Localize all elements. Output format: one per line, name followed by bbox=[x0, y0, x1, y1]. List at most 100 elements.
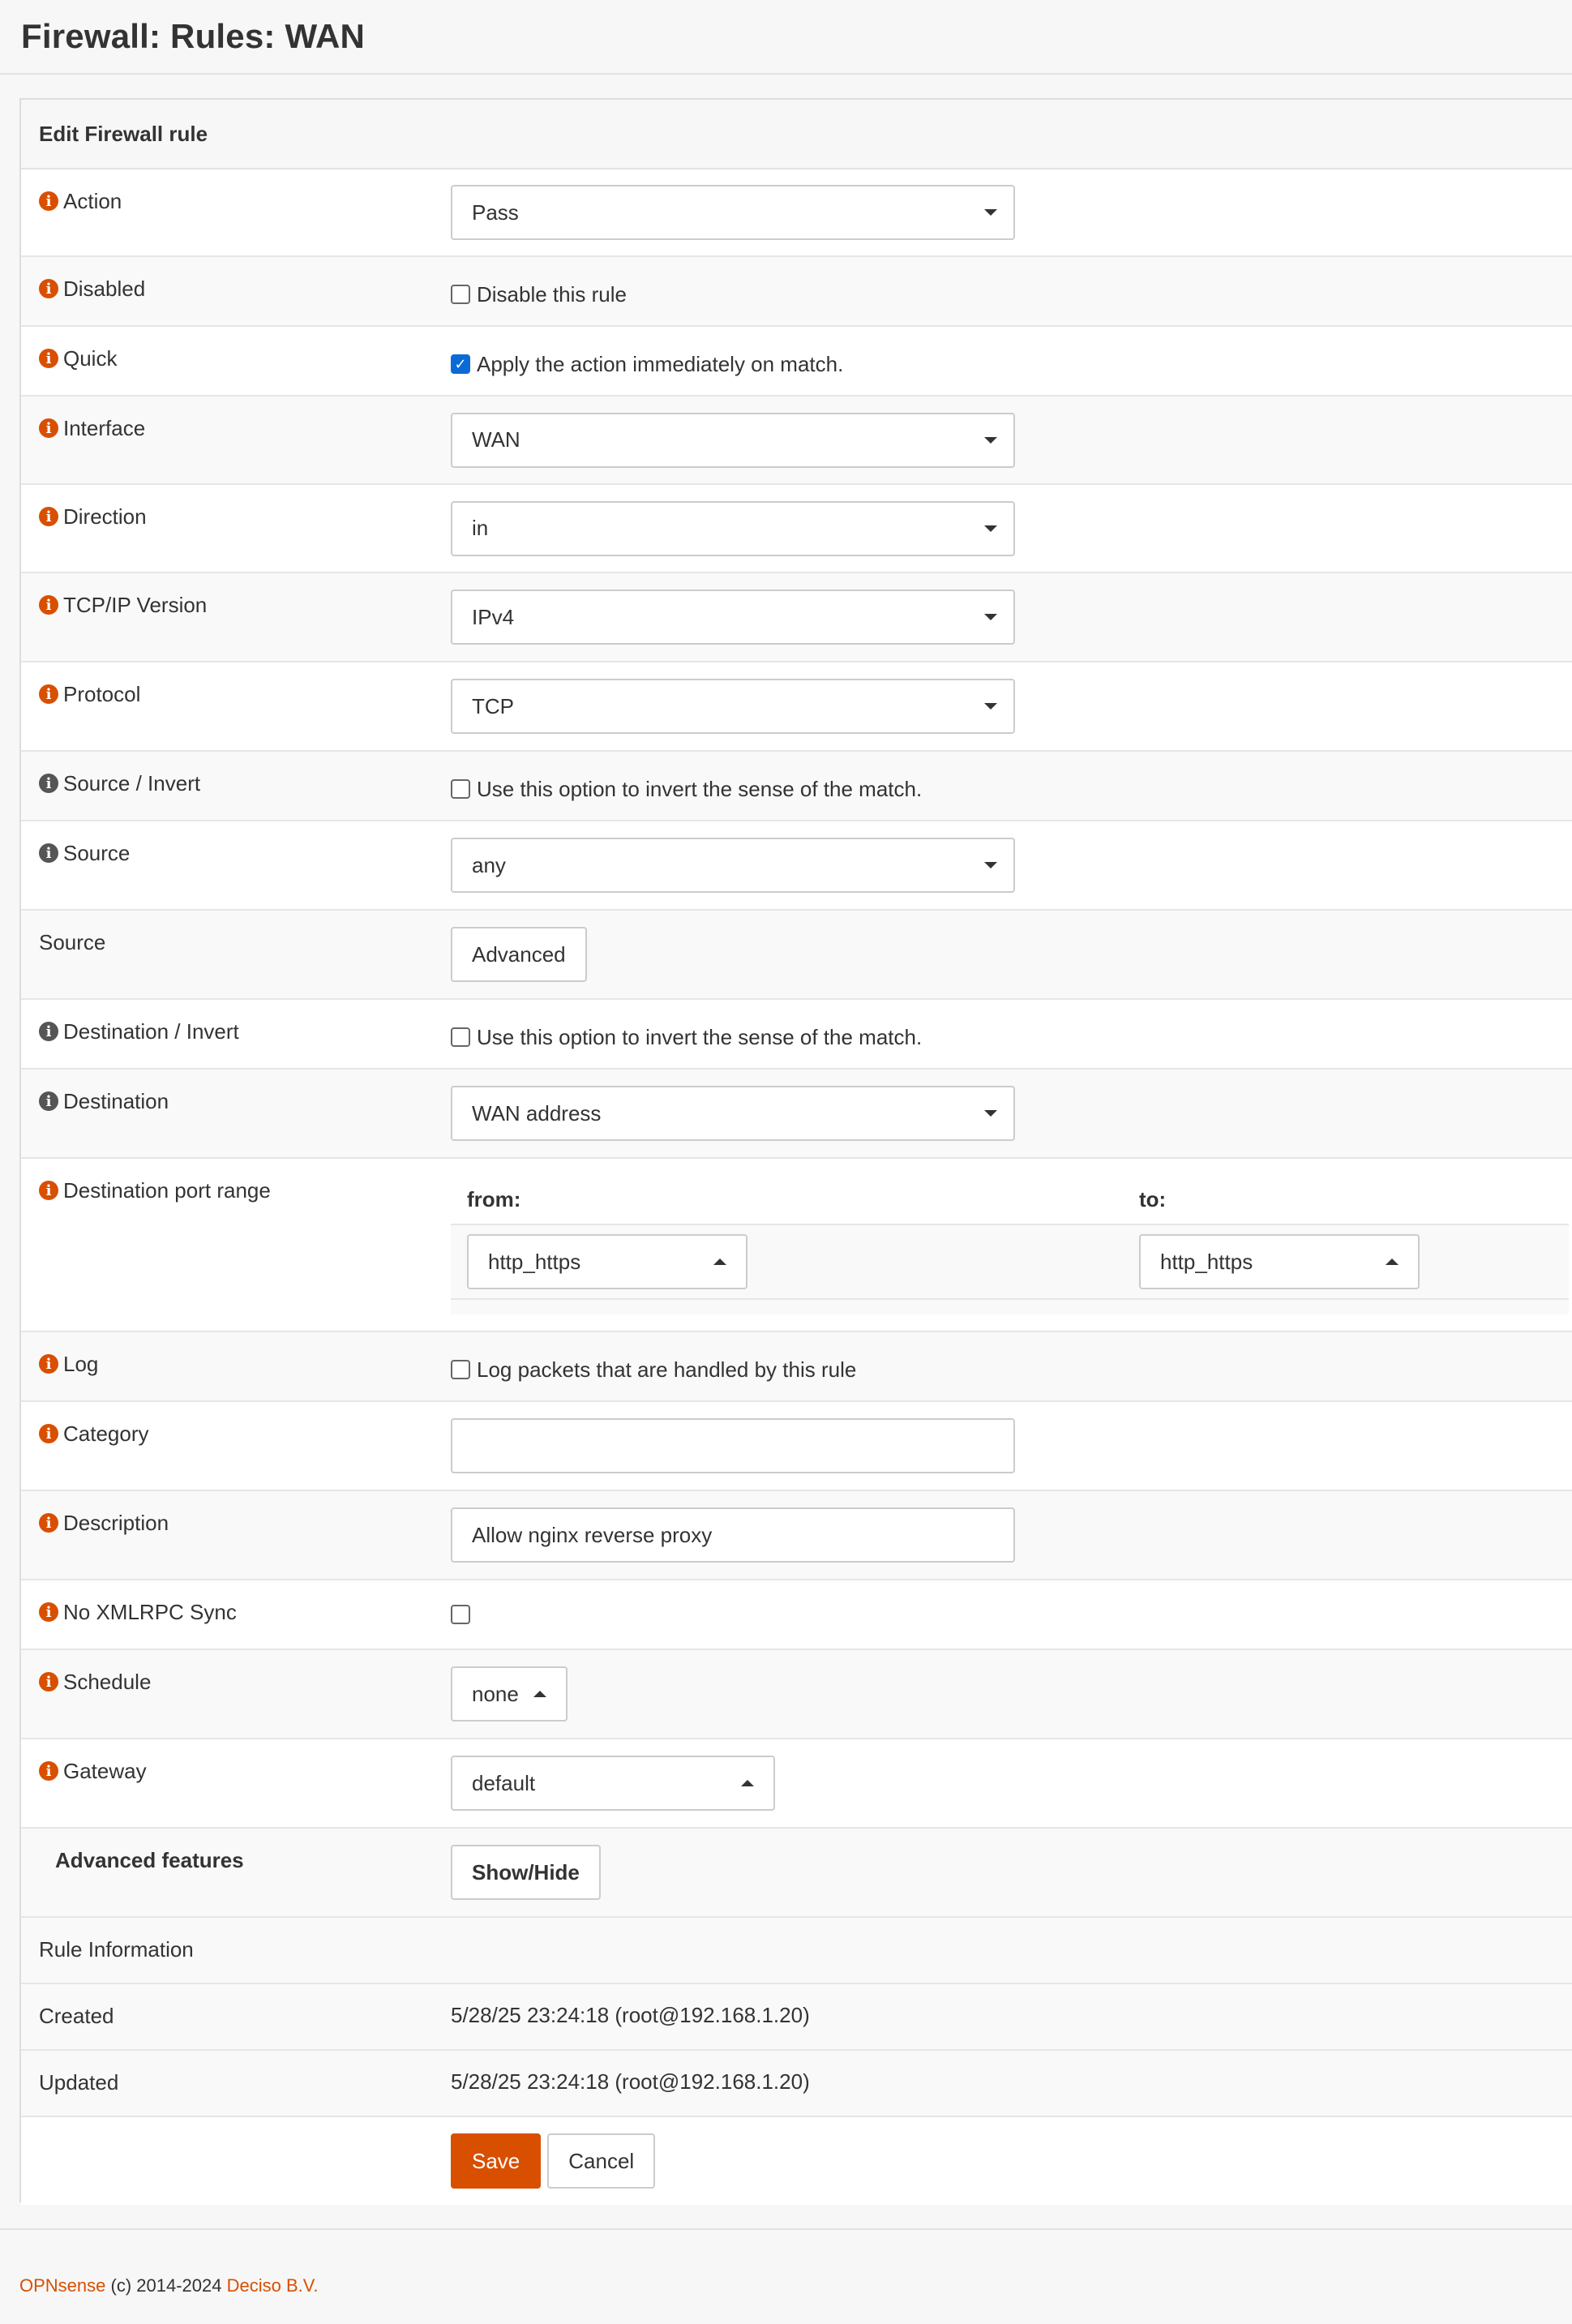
info-icon[interactable]: i bbox=[39, 507, 58, 526]
info-icon[interactable]: i bbox=[39, 1091, 58, 1111]
value-updated: 5/28/25 23:24:18 (root@192.168.1.20) bbox=[451, 2051, 1572, 2116]
action-select[interactable]: Pass bbox=[451, 185, 1015, 240]
select-value: Pass bbox=[472, 199, 519, 225]
info-icon[interactable]: i bbox=[39, 774, 58, 793]
label-dest-port-range: i Destination port range bbox=[21, 1159, 451, 1331]
destination-select[interactable]: WAN address bbox=[451, 1086, 1015, 1141]
checkbox-label: Apply the action immediately on match. bbox=[477, 351, 844, 376]
caret-down-icon bbox=[984, 703, 997, 710]
port-range-footer bbox=[451, 1300, 1569, 1314]
label-text: Action bbox=[63, 189, 122, 213]
cancel-button[interactable]: Cancel bbox=[547, 2133, 656, 2189]
info-icon[interactable]: i bbox=[39, 843, 58, 863]
value-protocol: TCP bbox=[451, 662, 1572, 750]
label-text: Gateway bbox=[63, 1759, 147, 1783]
label-ipversion: i TCP/IP Version bbox=[21, 573, 451, 661]
row-disabled: i Disabled Disable this rule bbox=[21, 257, 1572, 327]
row-created: Created 5/28/25 23:24:18 (root@192.168.1… bbox=[21, 1984, 1572, 2051]
label-disabled: i Disabled bbox=[21, 257, 451, 325]
value-dest-port-range: from: to: http_https http_https bbox=[451, 1159, 1572, 1331]
info-icon[interactable]: i bbox=[39, 1022, 58, 1041]
value-quick: ✓ Apply the action immediately on match. bbox=[451, 327, 1572, 395]
value-destination-invert: Use this option to invert the sense of t… bbox=[451, 1000, 1572, 1068]
row-action: i Action Pass bbox=[21, 169, 1572, 257]
caret-up-icon bbox=[741, 1780, 754, 1786]
destination-invert-checkbox[interactable] bbox=[451, 1027, 470, 1047]
ipversion-select[interactable]: IPv4 bbox=[451, 590, 1015, 645]
deciso-link[interactable]: Deciso B.V. bbox=[227, 2275, 319, 2296]
info-icon[interactable]: i bbox=[39, 1513, 58, 1533]
caret-up-icon bbox=[533, 1691, 546, 1697]
source-invert-checkbox[interactable] bbox=[451, 779, 470, 799]
port-from-select[interactable]: http_https bbox=[467, 1234, 747, 1289]
caret-down-icon bbox=[984, 862, 997, 868]
info-icon[interactable]: i bbox=[39, 1602, 58, 1622]
footer-copyright: (c) 2014-2024 bbox=[110, 2275, 222, 2296]
save-button[interactable]: Save bbox=[451, 2133, 542, 2189]
rule-info-heading: Rule Information bbox=[21, 1918, 451, 1983]
info-icon[interactable]: i bbox=[39, 418, 58, 438]
source-select[interactable]: any bbox=[451, 838, 1015, 893]
row-destination: i Destination WAN address bbox=[21, 1070, 1572, 1159]
row-updated: Updated 5/28/25 23:24:18 (root@192.168.1… bbox=[21, 2051, 1572, 2117]
row-advanced-features: Advanced features Show/Hide bbox=[21, 1829, 1572, 1918]
caret-up-icon bbox=[1386, 1258, 1399, 1265]
select-value: in bbox=[472, 516, 489, 540]
label-text: TCP/IP Version bbox=[63, 593, 208, 617]
value-interface: WAN bbox=[451, 397, 1572, 483]
info-icon[interactable]: i bbox=[39, 1354, 58, 1374]
label-source-advanced: Source bbox=[21, 911, 451, 998]
info-icon[interactable]: i bbox=[39, 684, 58, 704]
port-to-select[interactable]: http_https bbox=[1139, 1234, 1420, 1289]
label-action: i Action bbox=[21, 169, 451, 255]
label-text: Category bbox=[63, 1421, 149, 1446]
info-icon[interactable]: i bbox=[39, 1424, 58, 1443]
from-header: from: bbox=[467, 1186, 521, 1211]
row-protocol: i Protocol TCP bbox=[21, 662, 1572, 752]
row-description: i Description bbox=[21, 1491, 1572, 1580]
label-text: Advanced features bbox=[55, 1848, 244, 1872]
log-checkbox[interactable] bbox=[451, 1360, 470, 1379]
show-hide-button[interactable]: Show/Hide bbox=[451, 1845, 601, 1900]
row-no-xmlrpc-sync: i No XMLRPC Sync bbox=[21, 1580, 1572, 1650]
description-input[interactable] bbox=[451, 1507, 1015, 1563]
info-icon[interactable]: i bbox=[39, 595, 58, 615]
disabled-checkbox[interactable] bbox=[451, 285, 470, 304]
row-gateway: i Gateway default bbox=[21, 1739, 1572, 1829]
caret-down-icon bbox=[984, 525, 997, 532]
gateway-select[interactable]: default bbox=[451, 1756, 775, 1811]
label-text: Updated bbox=[39, 2070, 119, 2095]
protocol-select[interactable]: TCP bbox=[451, 679, 1015, 734]
category-input[interactable] bbox=[451, 1418, 1015, 1473]
label-no-xmlrpc-sync: i No XMLRPC Sync bbox=[21, 1580, 451, 1649]
info-icon[interactable]: i bbox=[39, 1181, 58, 1200]
edit-rule-panel: Edit Firewall rule i Action Pass i Disab… bbox=[19, 98, 1572, 2205]
label-updated: Updated bbox=[21, 2051, 451, 2116]
row-source: i Source any bbox=[21, 821, 1572, 911]
source-advanced-button[interactable]: Advanced bbox=[451, 927, 587, 982]
interface-select[interactable]: WAN bbox=[451, 412, 1015, 468]
value-actions: Save Cancel bbox=[451, 2117, 1572, 2205]
value-category bbox=[451, 1402, 1572, 1490]
caret-down-icon bbox=[984, 209, 997, 216]
info-icon[interactable]: i bbox=[39, 279, 58, 298]
no-xmlrpc-sync-checkbox[interactable] bbox=[451, 1605, 470, 1624]
info-icon[interactable]: i bbox=[39, 1672, 58, 1692]
select-value: TCP bbox=[472, 693, 514, 718]
select-value: any bbox=[472, 852, 506, 877]
opnsense-link[interactable]: OPNsense bbox=[19, 2275, 105, 2296]
label-text: Destination bbox=[63, 1089, 169, 1113]
schedule-select[interactable]: none bbox=[451, 1666, 568, 1722]
label-text: Log bbox=[63, 1352, 99, 1376]
page-header: Firewall: Rules: WAN bbox=[0, 0, 1572, 75]
info-icon[interactable]: i bbox=[39, 191, 58, 211]
checkbox-label: Use this option to invert the sense of t… bbox=[477, 1024, 923, 1049]
info-icon[interactable]: i bbox=[39, 349, 58, 368]
checkbox-label: Use this option to invert the sense of t… bbox=[477, 776, 923, 801]
quick-checkbox[interactable]: ✓ bbox=[451, 354, 470, 374]
info-icon[interactable]: i bbox=[39, 1761, 58, 1781]
label-created: Created bbox=[21, 1984, 451, 2049]
direction-select[interactable]: in bbox=[451, 500, 1015, 556]
to-header: to: bbox=[1139, 1186, 1167, 1211]
select-value: WAN bbox=[472, 427, 520, 452]
